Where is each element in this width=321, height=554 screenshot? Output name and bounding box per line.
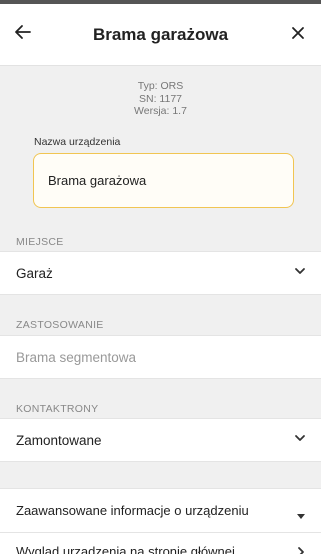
reed-switches-select[interactable]: Zamontowane [0,418,321,462]
chevron-down-icon [294,432,306,444]
reed-switches-section-label: KONTAKTRONY [16,403,99,415]
device-name-label: Nazwa urządzenia [34,136,121,148]
caret-down-icon [297,507,305,525]
arrow-left-icon[interactable] [14,23,32,45]
device-info: Typ: ORS SN: 1177 Wersja: 1.7 [0,66,321,118]
appearance-label: Wygląd urządzenia na stronie głównej [16,544,235,554]
close-icon[interactable] [291,23,305,45]
device-name-input[interactable]: Brama garażowa [33,153,294,208]
chevron-right-icon [297,545,305,554]
reed-switches-value: Zamontowane [16,432,102,448]
advanced-info-label: Zaawansowane informacje o urządzeniu [16,503,249,518]
appearance-link[interactable]: Wygląd urządzenia na stronie głównej [0,532,321,554]
device-serial: SN: 1177 [139,92,182,105]
advanced-info-toggle[interactable]: Zaawansowane informacje o urządzeniu [0,488,321,532]
chevron-down-icon [294,265,306,277]
location-section-label: MIEJSCE [16,236,64,248]
device-name-value: Brama garażowa [48,173,147,188]
location-select[interactable]: Garaż [0,251,321,295]
location-value: Garaż [16,265,53,281]
device-type: Typ: ORS [137,80,184,92]
usage-field: Brama segmentowa [0,335,321,379]
page-title: Brama garażowa [92,24,229,44]
usage-section-label: ZASTOSOWANIE [16,319,104,331]
app-header: Brama garażowa [0,4,321,66]
usage-value: Brama segmentowa [16,349,137,365]
device-version: Wersja: 1.7 [134,105,187,117]
